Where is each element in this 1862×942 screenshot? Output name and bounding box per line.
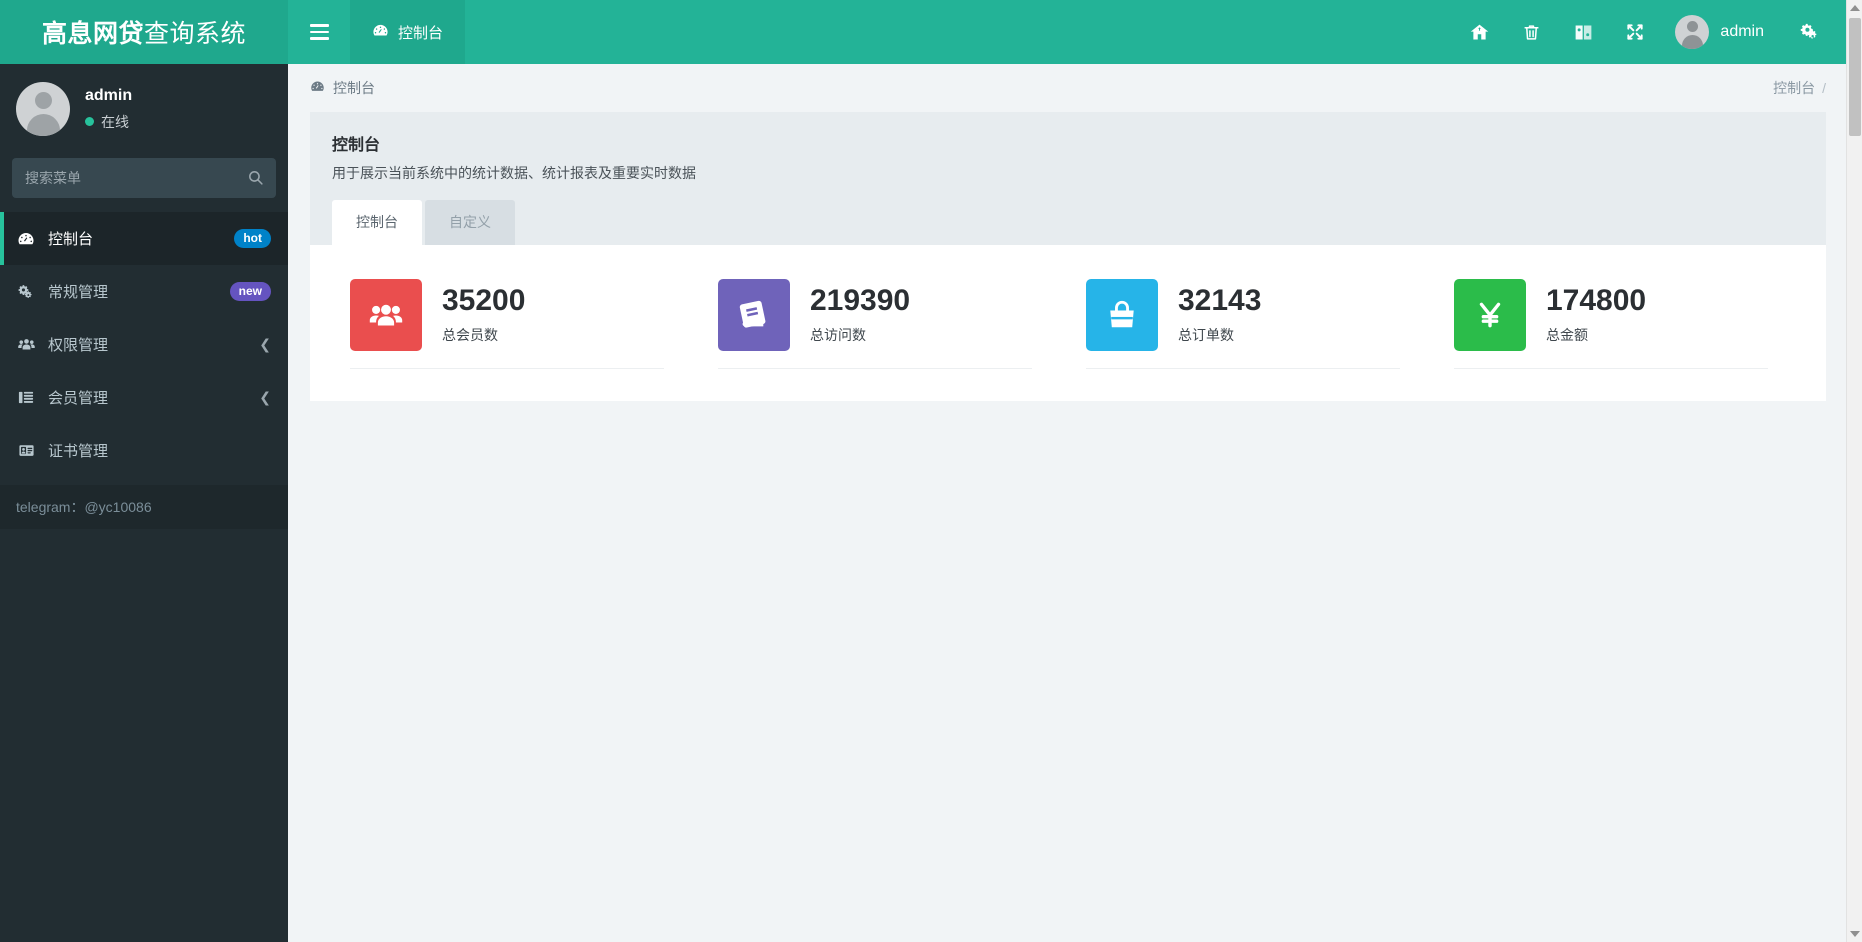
page-scrollbar[interactable] xyxy=(1846,0,1862,942)
sidebar-search-wrapper xyxy=(0,154,288,212)
menu-toggle-button[interactable] xyxy=(288,0,350,64)
sidebar-item-label: 常规管理 xyxy=(48,284,109,301)
page-title: 控制台 xyxy=(332,137,381,154)
user-name-label: admin xyxy=(1720,23,1764,40)
profile-name: admin xyxy=(85,86,133,104)
id-card-icon xyxy=(17,442,43,459)
top-bar-spacer xyxy=(465,0,1453,64)
stat-value: 35200 xyxy=(442,283,526,317)
scroll-down-icon[interactable] xyxy=(1849,931,1860,937)
sidebar-item-label: 权限管理 xyxy=(48,337,109,354)
search-input[interactable] xyxy=(12,158,276,198)
sidebar-menu: 控制台 hot 常规管理 new 权限管理 ❮ 会员管理 ❮ 证书管理 xyxy=(0,212,288,477)
stat-card-group: 35200 总会员数 219390 总访问数 32143 总订单数 174800… xyxy=(310,245,1826,401)
home-icon[interactable] xyxy=(1453,0,1505,64)
yen-icon xyxy=(1454,279,1526,351)
avatar xyxy=(1675,15,1710,49)
chevron-left-icon: ❮ xyxy=(259,389,271,405)
hamburger-icon xyxy=(309,20,329,44)
chevron-left-icon: ❮ xyxy=(259,336,271,352)
theme-icon[interactable] xyxy=(1557,0,1609,64)
users-icon xyxy=(17,336,43,354)
fullscreen-icon[interactable] xyxy=(1609,0,1661,64)
sidebar-item-label: 控制台 xyxy=(48,231,94,248)
stat-card-total-orders: 32143 总订单数 xyxy=(1068,279,1436,369)
sidebar-profile: admin 在线 xyxy=(0,64,288,154)
sidebar-item-label: 会员管理 xyxy=(48,390,109,407)
tab-dashboard[interactable]: 控制台 xyxy=(332,200,422,245)
users-group-icon xyxy=(350,279,422,351)
page-subtitle: 用于展示当前系统中的统计数据、统计报表及重要实时数据 xyxy=(332,165,696,181)
dashboard-panel: 控制台 用于展示当前系统中的统计数据、统计报表及重要实时数据 控制台 自定义 3… xyxy=(310,112,1826,401)
top-tab-dashboard[interactable]: 控制台 xyxy=(350,0,466,64)
sidebar-item-permission-management[interactable]: 权限管理 ❮ xyxy=(0,318,288,371)
sidebar-footer-telegram: telegram：@yc10086 xyxy=(0,485,288,529)
top-bar: 高息网贷 查询系统 控制台 admin xyxy=(0,0,1862,64)
stat-value: 219390 xyxy=(810,283,911,317)
online-dot-icon xyxy=(85,117,94,126)
breadcrumb-right: 控制台 / xyxy=(1773,78,1826,98)
breadcrumb: 控制台 控制台 / xyxy=(288,64,1848,112)
stat-card-total-amount: 174800 总金额 xyxy=(1436,279,1804,369)
scroll-up-icon[interactable] xyxy=(1849,5,1860,11)
stat-value: 32143 xyxy=(1178,283,1262,317)
top-tab-label: 控制台 xyxy=(398,24,444,42)
search-box[interactable] xyxy=(12,158,276,198)
sidebar-item-member-management[interactable]: 会员管理 ❮ xyxy=(0,371,288,424)
top-bar-icon-group: admin xyxy=(1453,0,1862,64)
breadcrumb-current-label: 控制台 xyxy=(333,80,375,96)
sidebar-item-dashboard[interactable]: 控制台 hot xyxy=(0,212,288,265)
stat-label: 总会员数 xyxy=(442,327,498,344)
panel-header: 控制台 用于展示当前系统中的统计数据、统计报表及重要实时数据 控制台 自定义 xyxy=(310,112,1826,245)
list-icon xyxy=(17,389,43,406)
scrollbar-thumb[interactable] xyxy=(1849,18,1861,136)
logo-strong-text: 高息网贷 xyxy=(41,20,144,48)
cogs-icon xyxy=(17,283,43,301)
gears-icon[interactable] xyxy=(1784,0,1836,64)
stat-card-total-visits: 219390 总访问数 xyxy=(700,279,1068,369)
stat-label: 总订单数 xyxy=(1178,327,1234,344)
profile-status: 在线 xyxy=(85,112,132,132)
shopping-bag-icon xyxy=(1086,279,1158,351)
breadcrumb-left: 控制台 xyxy=(310,78,375,98)
sidebar-item-general-management[interactable]: 常规管理 new xyxy=(0,265,288,318)
avatar xyxy=(16,82,70,136)
logo-light-text: 查询系统 xyxy=(144,20,247,48)
book-icon xyxy=(718,279,790,351)
main-content: 控制台 控制台 / 控制台 用于展示当前系统中的统计数据、统计报表及重要实时数据 … xyxy=(288,64,1848,942)
tab-custom[interactable]: 自定义 xyxy=(425,200,515,245)
status-badge: new xyxy=(229,282,271,301)
stat-label: 总金额 xyxy=(1546,327,1588,344)
trash-icon[interactable] xyxy=(1505,0,1557,64)
dashboard-icon xyxy=(310,79,325,97)
user-menu[interactable]: admin xyxy=(1661,15,1784,49)
dashboard-icon xyxy=(17,230,43,248)
sidebar-item-label: 证书管理 xyxy=(48,443,109,460)
stat-card-total-members: 35200 总会员数 xyxy=(332,279,700,369)
sidebar: admin 在线 控制台 hot xyxy=(0,64,288,942)
dashboard-icon xyxy=(372,22,389,43)
app-logo[interactable]: 高息网贷 查询系统 xyxy=(0,0,288,64)
panel-tabs: 控制台 自定义 xyxy=(332,200,1804,245)
profile-status-label: 在线 xyxy=(101,113,129,130)
stat-label: 总访问数 xyxy=(810,327,866,344)
breadcrumb-right-label: 控制台 xyxy=(1773,80,1816,96)
stat-value: 174800 xyxy=(1546,283,1647,317)
status-badge: hot xyxy=(234,229,271,248)
sidebar-footer-label: telegram：@yc10086 xyxy=(16,499,152,515)
sidebar-item-certificate-management[interactable]: 证书管理 xyxy=(0,424,288,477)
breadcrumb-separator: / xyxy=(1822,80,1826,96)
